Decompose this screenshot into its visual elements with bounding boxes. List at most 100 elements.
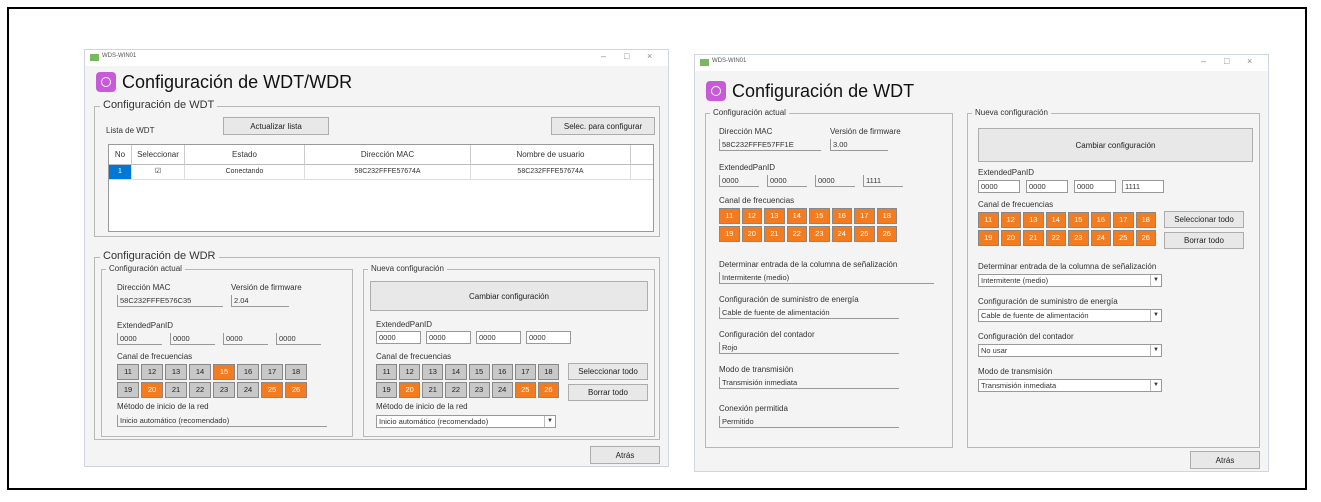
close-icon[interactable]: × — [647, 51, 652, 61]
table-row[interactable]: 1 ☑ Conectando 58C232FFFE57674A 58C232FF… — [109, 165, 653, 180]
panid-input[interactable]: 0000 — [526, 331, 571, 344]
channel-24-button[interactable]: 24 — [491, 382, 513, 398]
channel-22-button[interactable]: 22 — [1045, 230, 1066, 246]
channel-25-button[interactable]: 25 — [514, 382, 536, 398]
new-config-title: Nueva configuración — [368, 264, 447, 273]
channel-23-button[interactable]: 23 — [468, 382, 490, 398]
channel-21-button[interactable]: 21 — [1023, 230, 1044, 246]
channel-14-button: 14 — [189, 364, 211, 380]
window-title: WDS-WIN01 — [102, 53, 137, 59]
chevron-down-icon[interactable]: ▼ — [544, 416, 555, 427]
channel-11-button[interactable]: 11 — [978, 212, 999, 228]
channel-14-button[interactable]: 14 — [445, 364, 467, 380]
channel-19-button[interactable]: 19 — [978, 230, 999, 246]
channel-15-button[interactable]: 15 — [1068, 212, 1089, 228]
chevron-down-icon[interactable]: ▼ — [1150, 275, 1161, 286]
channel-13-button[interactable]: 13 — [422, 364, 444, 380]
channel-24-button[interactable]: 24 — [1090, 230, 1111, 246]
row-number-cell: 1 — [109, 165, 132, 179]
channel-label: Canal de frecuencias — [376, 352, 452, 361]
panid-input[interactable]: 0000 — [376, 331, 421, 344]
column-header[interactable]: Dirección MAC — [305, 145, 471, 165]
channel-16-button[interactable]: 16 — [1090, 212, 1111, 228]
channel-25-button[interactable]: 25 — [1113, 230, 1134, 246]
clear-all-button[interactable]: Borrar todo — [1164, 232, 1244, 249]
channel-25-button: 25 — [261, 382, 283, 398]
tx-mode-select[interactable]: Transmisión inmediata ▼ — [978, 379, 1162, 392]
channel-14-button[interactable]: 14 — [1045, 212, 1066, 228]
channel-23-button[interactable]: 23 — [1068, 230, 1089, 246]
back-button[interactable]: Atrás — [590, 446, 660, 464]
change-config-button[interactable]: Cambiar configuración — [370, 281, 648, 311]
channel-22-button[interactable]: 22 — [445, 382, 467, 398]
clear-all-button[interactable]: Borrar todo — [568, 384, 648, 401]
power-value: Cable de fuente de alimentación — [719, 307, 899, 319]
channel-13-button: 13 — [764, 208, 785, 224]
select-all-button[interactable]: Seleccionar todo — [568, 363, 648, 380]
refresh-list-button[interactable]: Actualizar lista — [223, 117, 329, 135]
channel-26-button[interactable]: 26 — [537, 382, 559, 398]
column-header[interactable]: Nombre de usuario — [471, 145, 631, 165]
channel-21-button[interactable]: 21 — [422, 382, 444, 398]
panid-input[interactable]: 0000 — [476, 331, 521, 344]
wdt-list-label: Lista de WDT — [106, 126, 155, 135]
chevron-down-icon[interactable]: ▼ — [1150, 310, 1161, 321]
firmware-value: 2.04 — [231, 295, 289, 307]
counter-select[interactable]: No usar ▼ — [978, 344, 1162, 357]
channel-13-button[interactable]: 13 — [1023, 212, 1044, 228]
row-select-checkbox[interactable]: ☑ — [132, 165, 185, 179]
chevron-down-icon[interactable]: ▼ — [1150, 345, 1161, 356]
channel-26-button[interactable]: 26 — [1135, 230, 1156, 246]
maximize-icon[interactable]: □ — [1224, 56, 1229, 66]
channel-18-button[interactable]: 18 — [1135, 212, 1156, 228]
mac-label: Dirección MAC — [117, 283, 171, 292]
panid-input[interactable]: 0000 — [1026, 180, 1068, 193]
chevron-down-icon[interactable]: ▼ — [1150, 380, 1161, 391]
channel-17-button[interactable]: 17 — [1113, 212, 1134, 228]
panid-input[interactable]: 0000 — [426, 331, 471, 344]
tx-mode-label: Modo de transmisión — [978, 367, 1053, 376]
close-icon[interactable]: × — [1247, 56, 1252, 66]
panid-label: ExtendedPanID — [978, 168, 1035, 177]
signal-select[interactable]: Intermitente (medio) ▼ — [978, 274, 1162, 287]
channel-20-button[interactable]: 20 — [399, 382, 421, 398]
wdr-config-group: Configuración de WDR Configuración actua… — [94, 250, 660, 440]
power-label: Configuración de suministro de energía — [978, 297, 1118, 306]
wdt-list-table[interactable]: No Seleccionar Estado Dirección MAC Nomb… — [108, 144, 654, 232]
panid-input[interactable]: 0000 — [978, 180, 1020, 193]
channel-11-button[interactable]: 11 — [376, 364, 398, 380]
channel-16-button[interactable]: 16 — [491, 364, 513, 380]
minimize-icon[interactable]: – — [601, 51, 606, 61]
channel-12-button: 12 — [141, 364, 163, 380]
maximize-icon[interactable]: □ — [624, 51, 629, 61]
channel-20-button[interactable]: 20 — [1000, 230, 1021, 246]
channel-18-button[interactable]: 18 — [537, 364, 559, 380]
panid-label: ExtendedPanID — [117, 321, 174, 330]
channel-12-button: 12 — [741, 208, 762, 224]
channel-19-button[interactable]: 19 — [376, 382, 398, 398]
channel-15-button[interactable]: 15 — [468, 364, 490, 380]
channel-12-button[interactable]: 12 — [399, 364, 421, 380]
panid-input[interactable]: 1111 — [1122, 180, 1164, 193]
channel-13-button: 13 — [165, 364, 187, 380]
channel-grid: 11 12 13 14 15 16 17 18 19 20 21 22 23 24 25 26 — [978, 212, 1156, 246]
channel-24-button: 24 — [237, 382, 259, 398]
panid-input[interactable]: 0000 — [1074, 180, 1116, 193]
channel-12-button[interactable]: 12 — [1000, 212, 1021, 228]
channel-18-button: 18 — [876, 208, 897, 224]
select-to-configure-button[interactable]: Selec. para configurar — [551, 117, 655, 135]
column-header[interactable]: Estado — [185, 145, 305, 165]
back-button[interactable]: Atrás — [1190, 451, 1260, 469]
method-select[interactable]: Inicio automático (recomendado) ▼ — [376, 415, 556, 428]
minimize-icon[interactable]: – — [1201, 56, 1206, 66]
counter-selected-value: No usar — [981, 346, 1008, 355]
app-icon — [700, 59, 709, 66]
channel-grid: 11 12 13 14 15 16 17 18 19 20 21 22 23 24 25 26 — [376, 364, 559, 398]
select-all-button[interactable]: Seleccionar todo — [1164, 211, 1244, 228]
power-select[interactable]: Cable de fuente de alimentación ▼ — [978, 309, 1162, 322]
column-header[interactable]: Seleccionar — [132, 145, 185, 165]
signal-value: Intermitente (medio) — [719, 272, 934, 284]
change-config-button[interactable]: Cambiar configuración — [978, 128, 1253, 162]
column-header[interactable]: No — [109, 145, 132, 165]
channel-17-button[interactable]: 17 — [514, 364, 536, 380]
